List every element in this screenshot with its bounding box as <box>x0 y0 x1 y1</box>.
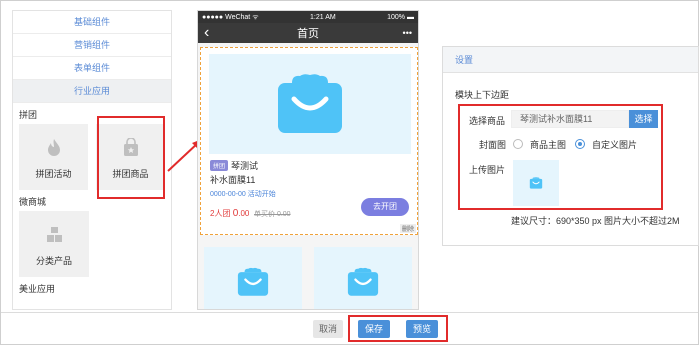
highlight-box-footer <box>348 315 448 342</box>
price-decimal: .00 <box>238 209 250 218</box>
highlight-box-settings <box>458 104 663 210</box>
category-basic[interactable]: 基础组件 <box>13 11 171 34</box>
group-buy-tag: 拼团 <box>210 160 229 171</box>
open-group-button[interactable]: 去开团 <box>361 198 409 216</box>
category-industry[interactable]: 行业应用 <box>13 80 171 103</box>
original-price: 单买价 0.00 <box>254 211 291 218</box>
phone-preview: ●●●●● WeChat ᯤ 1:21 AM 100% ▬ ‹ 首页 ••• 拼… <box>197 10 419 310</box>
tile-category-products[interactable]: 分类产品 <box>19 211 89 277</box>
cancel-button[interactable]: 取消 <box>313 320 343 338</box>
boxes-icon <box>47 227 62 242</box>
group-title-beauty: 美业应用 <box>19 284 56 294</box>
tile-group-activity[interactable]: 拼团活动 <box>19 124 88 190</box>
back-icon[interactable]: ‹ <box>204 24 209 42</box>
status-carrier: ●●●●● WeChat ᯤ <box>202 13 259 21</box>
nav-title: 首页 <box>297 28 319 40</box>
size-hint: 建议尺寸：690*350 px 图片大小不超过2M <box>511 216 680 226</box>
more-icon[interactable]: ••• <box>403 28 412 38</box>
product-title: 琴测试 <box>231 161 259 171</box>
status-battery: 100% ▬ <box>387 13 414 21</box>
tile-label: 分类产品 <box>35 256 72 266</box>
category-form[interactable]: 表单组件 <box>13 57 171 80</box>
product-card[interactable]: 拼团 琴测试 补水面膜11 0000-00-00 活动开始 2人团 0.00 单… <box>200 47 418 235</box>
product-name: 补水面膜11 <box>210 175 256 185</box>
nav-bar: ‹ 首页 ••• <box>198 23 418 43</box>
shopping-bag-icon <box>278 74 342 133</box>
product-thumb-right <box>314 247 412 309</box>
shopping-bag-icon <box>237 267 269 296</box>
product-image <box>209 54 411 154</box>
category-marketing[interactable]: 营销组件 <box>13 34 171 57</box>
highlight-box-tile <box>97 116 165 199</box>
status-time: 1:21 AM <box>310 13 336 21</box>
delete-button[interactable]: 删除 <box>399 224 416 233</box>
tile-label: 拼团活动 <box>35 169 72 179</box>
flame-icon <box>47 139 60 156</box>
activity-date: 0000-00-00 活动开始 <box>210 191 276 198</box>
settings-header: 设置 <box>443 47 698 73</box>
price-label: 2人团 <box>210 209 231 218</box>
margin-label: 模块上下边距 <box>455 90 510 100</box>
product-thumb-left <box>204 247 302 309</box>
status-bar: ●●●●● WeChat ᯤ 1:21 AM 100% ▬ <box>198 11 418 23</box>
shopping-bag-icon <box>347 267 379 296</box>
group-price: 2人团 0.00 <box>210 208 249 219</box>
